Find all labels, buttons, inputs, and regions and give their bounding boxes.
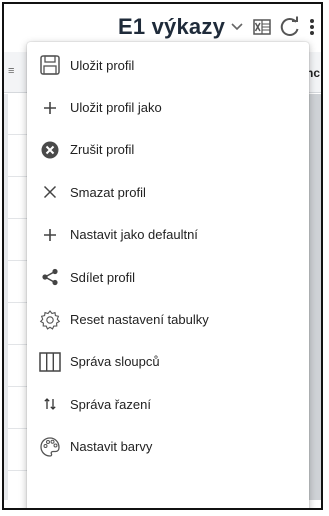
menu-item-set-colors[interactable]: Nastavit barvy bbox=[27, 426, 309, 468]
page-title: E1 výkazy bbox=[118, 14, 225, 39]
menu-item-manage-columns[interactable]: Správa sloupců bbox=[27, 341, 309, 383]
menu-item-label: Smazat profil bbox=[70, 184, 146, 200]
chevron-down-icon[interactable] bbox=[231, 20, 245, 34]
plus-icon bbox=[38, 96, 62, 120]
sort-icon bbox=[38, 392, 62, 416]
cancel-circle-icon bbox=[38, 138, 62, 162]
reset-settings-icon bbox=[38, 308, 62, 332]
menu-item-label: Správa sloupců bbox=[70, 354, 160, 370]
table-scrollbar[interactable] bbox=[309, 94, 321, 500]
menu-item-manage-sorting[interactable]: Správa řazení bbox=[27, 383, 309, 425]
table-left-column-strip bbox=[4, 94, 8, 500]
menu-item-label: Uložit profil bbox=[70, 57, 135, 73]
excel-icon[interactable] bbox=[251, 16, 273, 38]
menu-item-label: Nastavit barvy bbox=[70, 439, 153, 455]
app-frame: ≡ nc E1 výkazy Uložit profil Uložit prof… bbox=[2, 2, 323, 510]
close-icon bbox=[38, 180, 62, 204]
menu-item-delete-profile[interactable]: Smazat profil bbox=[27, 171, 309, 213]
palette-icon bbox=[38, 435, 62, 459]
menu-item-label: Nastavit jako defaultní bbox=[70, 227, 198, 243]
columns-icon bbox=[38, 350, 62, 374]
refresh-icon[interactable] bbox=[279, 16, 301, 38]
more-vert-icon[interactable] bbox=[307, 16, 317, 38]
menu-item-label: Zrušit profil bbox=[70, 142, 135, 158]
menu-item-label: Správa řazení bbox=[70, 396, 151, 412]
table-header-fragment-left: ≡ bbox=[8, 65, 15, 77]
menu-item-share-profile[interactable]: Sdílet profil bbox=[27, 256, 309, 298]
menu-item-reset-table-settings[interactable]: Reset nastavení tabulky bbox=[27, 298, 309, 340]
menu-item-set-default[interactable]: Nastavit jako defaultní bbox=[27, 214, 309, 256]
menu-item-save-profile[interactable]: Uložit profil bbox=[27, 44, 309, 86]
save-icon bbox=[38, 53, 62, 77]
plus-icon bbox=[38, 223, 62, 247]
menu-item-save-profile-as[interactable]: Uložit profil jako bbox=[27, 86, 309, 128]
share-icon bbox=[38, 265, 62, 289]
menu-item-label: Uložit profil jako bbox=[70, 100, 162, 116]
menu-item-label: Reset nastavení tabulky bbox=[70, 312, 209, 328]
profile-menu: Uložit profil Uložit profil jako Zrušit … bbox=[27, 42, 309, 508]
menu-item-cancel-profile[interactable]: Zrušit profil bbox=[27, 129, 309, 171]
menu-item-label: Sdílet profil bbox=[70, 269, 136, 285]
